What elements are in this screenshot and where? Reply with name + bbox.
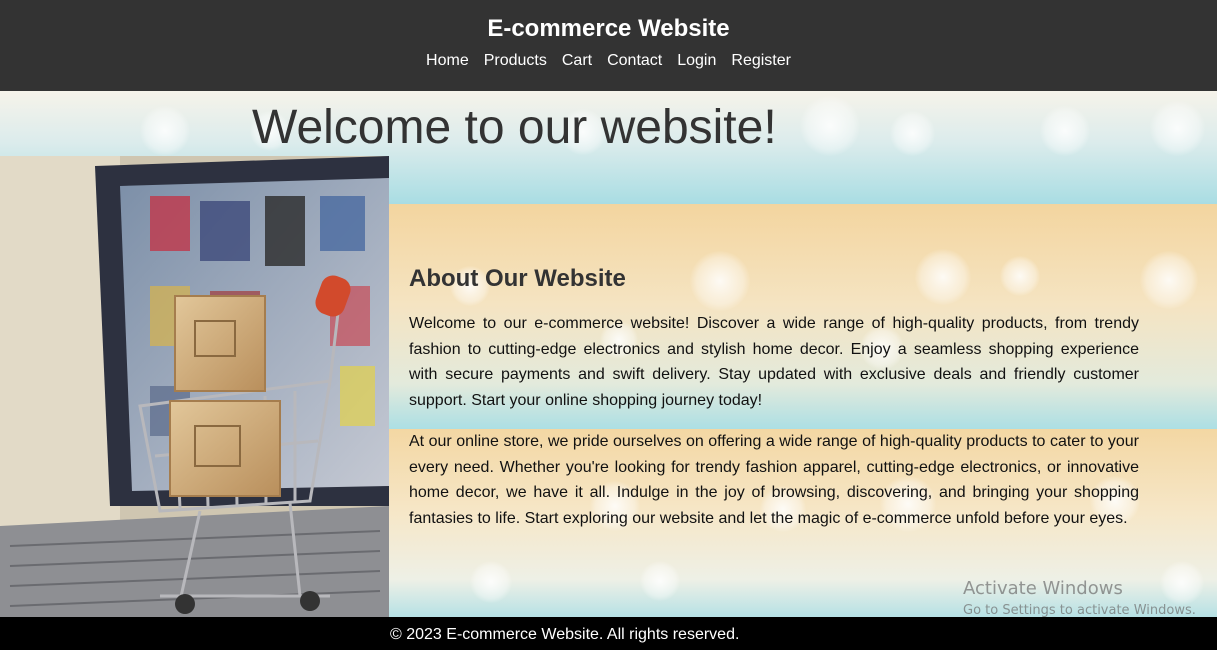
site-footer: © 2023 E-commerce Website. All rights re…: [0, 617, 1217, 650]
shopping-cart-illustration: [0, 156, 389, 617]
site-header: E-commerce Website Home Products Cart Co…: [0, 0, 1217, 91]
nav-cart-link[interactable]: Cart: [562, 50, 592, 72]
nav-products-link[interactable]: Products: [484, 50, 547, 72]
activate-windows-watermark: Activate Windows Go to Settings to activ…: [963, 577, 1196, 621]
copyright-text: © 2023 E-commerce Website. All rights re…: [390, 626, 740, 643]
nav-login-link[interactable]: Login: [677, 50, 716, 72]
main-nav: Home Products Cart Contact Login Registe…: [0, 50, 1217, 72]
about-heading: About Our Website: [409, 265, 626, 292]
shopping-cart-laptop-image: [0, 156, 389, 617]
about-section: About Our Website Welcome to our e-comme…: [409, 262, 1139, 531]
site-title: E-commerce Website: [487, 15, 730, 42]
nav-register-link[interactable]: Register: [731, 50, 791, 72]
watermark-title: Activate Windows: [963, 578, 1123, 599]
about-paragraph-2: At our online store, we pride ourselves …: [409, 433, 1139, 527]
nav-home-link[interactable]: Home: [426, 50, 469, 72]
about-paragraph-1: Welcome to our e-commerce website! Disco…: [409, 315, 1139, 409]
nav-contact-link[interactable]: Contact: [607, 50, 662, 72]
welcome-heading: Welcome to our website!: [252, 101, 777, 154]
